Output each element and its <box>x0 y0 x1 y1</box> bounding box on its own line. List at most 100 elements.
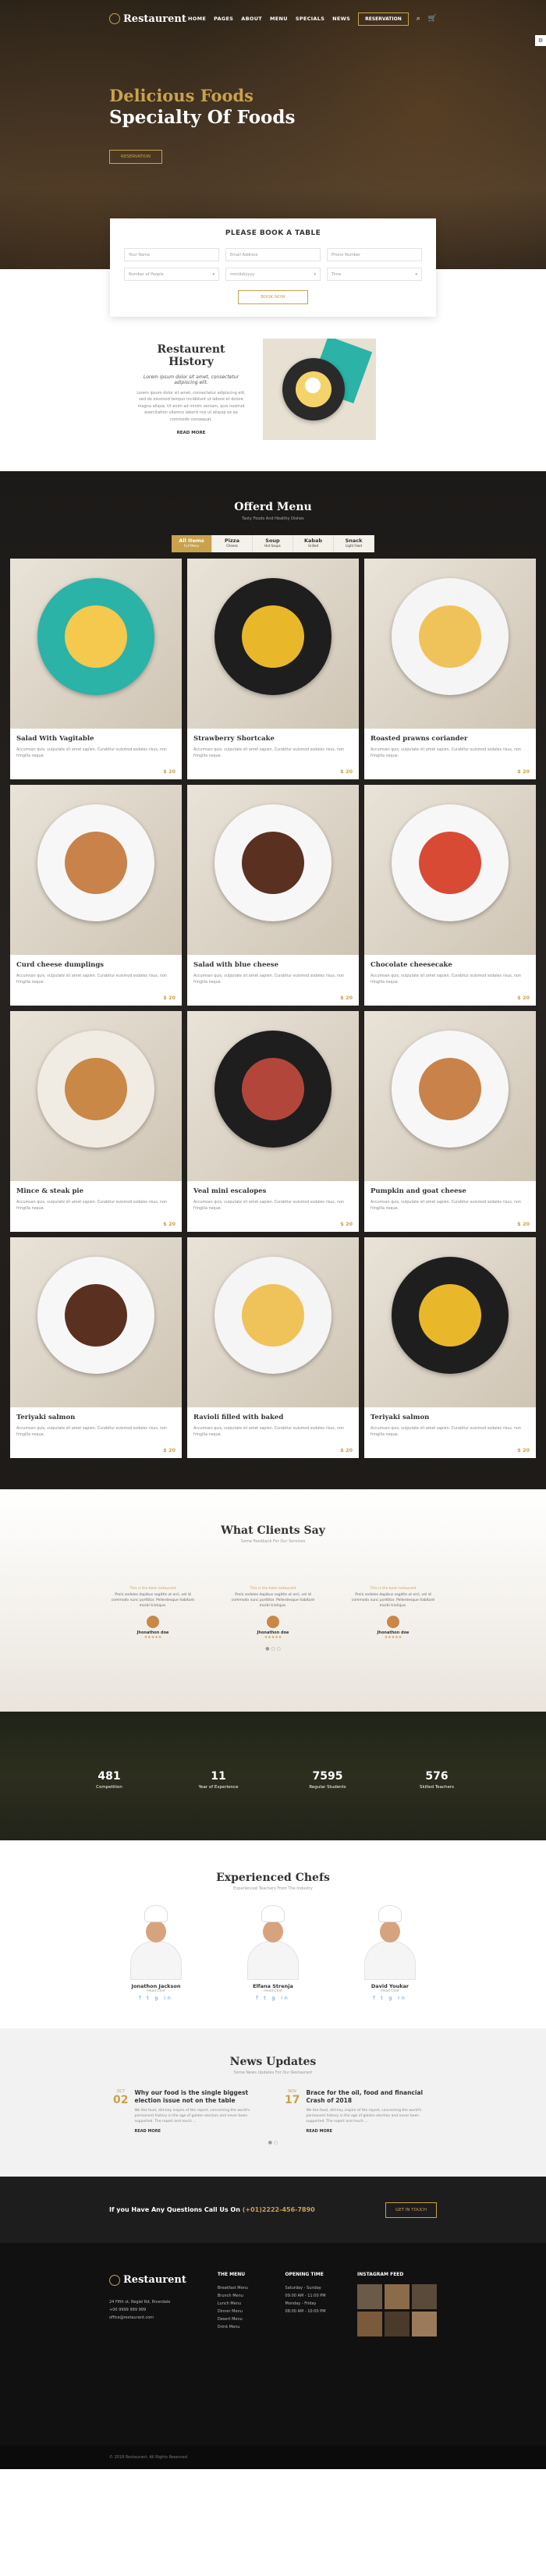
footer-menu-title: THE MENU <box>217 2272 246 2278</box>
menu-item-image <box>187 559 359 729</box>
menu-card[interactable]: Teriyaki salmon Accumsan quis, vulputate… <box>10 1237 182 1458</box>
stat-number: 481 <box>98 1770 121 1783</box>
cta-text: If you Have Any Questions Call Us On (+0… <box>109 2206 315 2213</box>
nav-about[interactable]: ABOUT <box>241 16 262 22</box>
footer-link[interactable]: Brunch Menu <box>218 2292 254 2300</box>
logo[interactable]: Restaurent <box>109 13 186 25</box>
nav-news[interactable]: NEWS <box>332 16 350 22</box>
menu-item-price: $ 20 <box>163 1447 176 1453</box>
chef-name: David Youkar <box>370 1983 410 1989</box>
menu-card[interactable]: Strawberry Shortcake Accumsan quis, vulp… <box>187 559 359 779</box>
menu-item-name: Teriyaki salmon <box>370 1414 430 1421</box>
star-rating-icon: ★★★★★ <box>144 1634 162 1640</box>
footer-hours: OPENING TIME Saturday - Sunday 09:00 AM … <box>285 2270 326 2446</box>
booking-form: PLEASE BOOK A TABLE Your Name Email Addr… <box>110 218 436 317</box>
instagram-thumb[interactable] <box>357 2284 382 2310</box>
nav-home[interactable]: HOME <box>188 16 206 22</box>
read-more-button[interactable]: READ MORE <box>134 2129 261 2134</box>
menu-item-name: Roasted prawns coriander <box>370 735 468 743</box>
tab-pizza[interactable]: Pizza Cheese <box>212 535 253 552</box>
phone-input[interactable]: Phone Number <box>327 248 422 261</box>
time-select[interactable]: Time ▾ <box>327 268 422 281</box>
footer-link[interactable]: Drink Menu <box>218 2323 254 2331</box>
menu-card[interactable]: Mince & steak pie Accumsan quis, vulputa… <box>10 1011 182 1232</box>
menu-card[interactable]: Pumpkin and goat cheese Accumsan quis, v… <box>364 1011 536 1232</box>
stat-number: 11 <box>211 1770 226 1783</box>
stats-section: 481 Competition 11 Year of Experience 7595… <box>0 1712 546 1840</box>
menu-card[interactable]: Ravioli filled with baked Accumsan quis,… <box>187 1237 359 1458</box>
footer-link[interactable]: Breakfast Menu <box>218 2284 254 2292</box>
logo-text: Restaurent <box>123 2274 186 2287</box>
read-more-button[interactable]: READ MORE <box>306 2129 433 2134</box>
tab-snack[interactable]: Snack Light Food <box>334 535 374 552</box>
menu-card[interactable]: Curd cheese dumplings Accumsan quis, vul… <box>10 785 182 1006</box>
people-select[interactable]: Number of People ▾ <box>124 268 219 281</box>
news-subtitle: Some News Updates For Our Restaurant <box>233 2070 313 2075</box>
instagram-thumb[interactable] <box>412 2284 437 2310</box>
menu-item-desc: Accumsan quis, vulputate sit amet sapien… <box>193 748 344 758</box>
menu-item-name: Salad With Vagitable <box>16 735 94 743</box>
email-input[interactable]: Email Address <box>225 248 321 261</box>
menu-card[interactable]: Veal mini escalopes Accumsan quis, vulpu… <box>187 1011 359 1232</box>
menu-card[interactable]: Salad With Vagitable Accumsan quis, vulp… <box>10 559 182 779</box>
menu-card[interactable]: Teriyaki salmon Accumsan quis, vulputate… <box>364 1237 536 1458</box>
footer-link[interactable]: Lunch Menu <box>218 2300 254 2308</box>
read-more-button[interactable]: READ MORE <box>136 431 246 435</box>
social-icons[interactable]: f t g in <box>230 1996 316 2001</box>
footer-hours-line: Saturday - Sunday <box>285 2286 321 2291</box>
cart-icon[interactable]: 🛒 <box>428 15 437 23</box>
chef-role: Head Chef <box>381 1989 399 1993</box>
news-headline[interactable]: Why our food is the single biggest elect… <box>134 2089 261 2105</box>
avatar <box>267 1615 279 1628</box>
tab-kabab[interactable]: Kabab Grilled <box>293 535 334 552</box>
footer-email[interactable]: office@restaurant.com <box>109 2314 186 2322</box>
menu-card[interactable]: Salad with blue cheese Accumsan quis, vu… <box>187 785 359 1006</box>
name-input[interactable]: Your Name <box>124 248 219 261</box>
menu-card[interactable]: Chocolate cheesecake Accumsan quis, vulp… <box>364 785 536 1006</box>
stat-experience: 11 Year of Experience <box>187 1770 250 1790</box>
social-icons[interactable]: f t g in <box>113 1996 199 2001</box>
footer-link[interactable]: Dinner Menu <box>218 2308 254 2315</box>
menu-item-desc: Accumsan quis, vulputate sit amet sapien… <box>16 1201 167 1211</box>
menu-item-name: Teriyaki salmon <box>16 1414 76 1421</box>
hero-reservation-button[interactable]: RESERVATION <box>109 150 162 164</box>
get-in-touch-button[interactable]: GET IN TOUCH <box>385 2202 437 2218</box>
footer-link[interactable]: Desert Menu <box>218 2315 254 2323</box>
carousel-dots[interactable]: ● ○ ○ <box>0 1646 546 1652</box>
cta-bar: If you Have Any Questions Call Us On (+0… <box>0 2177 546 2244</box>
menu-item-image <box>10 785 182 955</box>
chef-card: Jonathon Jackson Head Chef f t g in <box>113 1905 199 2001</box>
chefs-subtitle: Experienced Teachers From The Industry <box>233 1886 313 1891</box>
instagram-thumb[interactable] <box>385 2284 410 2310</box>
tab-soup[interactable]: Soup Hot Soups <box>253 535 293 552</box>
chef-photo <box>230 1905 316 1980</box>
carousel-dots[interactable]: ● ○ <box>0 2140 546 2145</box>
tab-all-items[interactable]: All Items Full Menu <box>172 535 212 552</box>
instagram-thumb[interactable] <box>412 2312 437 2337</box>
footer-instagram-title: INSTAGRAM FEED <box>357 2272 404 2278</box>
cta-phone[interactable]: (+01)2222-456-7890 <box>243 2206 315 2213</box>
tab-label: Pizza <box>225 538 239 544</box>
news-title: News Updates <box>229 2056 317 2068</box>
instagram-thumb[interactable] <box>385 2312 410 2337</box>
instagram-thumb[interactable] <box>357 2312 382 2337</box>
menu-item-desc: Accumsan quis, vulputate sit amet sapien… <box>370 974 521 985</box>
copyright: © 2018 Restaurant. All Rights Reserved. <box>0 2446 546 2470</box>
nav-menu[interactable]: MENU <box>270 16 288 22</box>
search-icon[interactable]: ⌕ <box>417 15 420 23</box>
settings-tab-icon[interactable]: ⚙ <box>535 35 546 46</box>
menu-card[interactable]: Roasted prawns coriander Accumsan quis, … <box>364 559 536 779</box>
reservation-button[interactable]: RESERVATION <box>358 12 409 26</box>
menu-item-image <box>187 1237 359 1407</box>
date-input[interactable]: mm/dd/yyyy ▾ <box>225 268 321 281</box>
menu-item-name: Veal mini escalopes <box>193 1187 267 1195</box>
book-now-button[interactable]: BOOK NOW <box>238 290 308 304</box>
chevron-down-icon: ▾ <box>212 272 214 277</box>
news-headline[interactable]: Brace for the oil, food and financial Cr… <box>306 2089 433 2105</box>
social-icons[interactable]: f t g in <box>347 1996 433 2001</box>
nav-specials[interactable]: SPECIALS <box>296 16 324 22</box>
footer-logo[interactable]: Restaurent <box>109 2270 186 2290</box>
tab-sublabel: Hot Soups <box>264 543 281 548</box>
nav-pages[interactable]: PAGES <box>214 16 233 22</box>
tab-sublabel: Cheese <box>226 543 238 548</box>
